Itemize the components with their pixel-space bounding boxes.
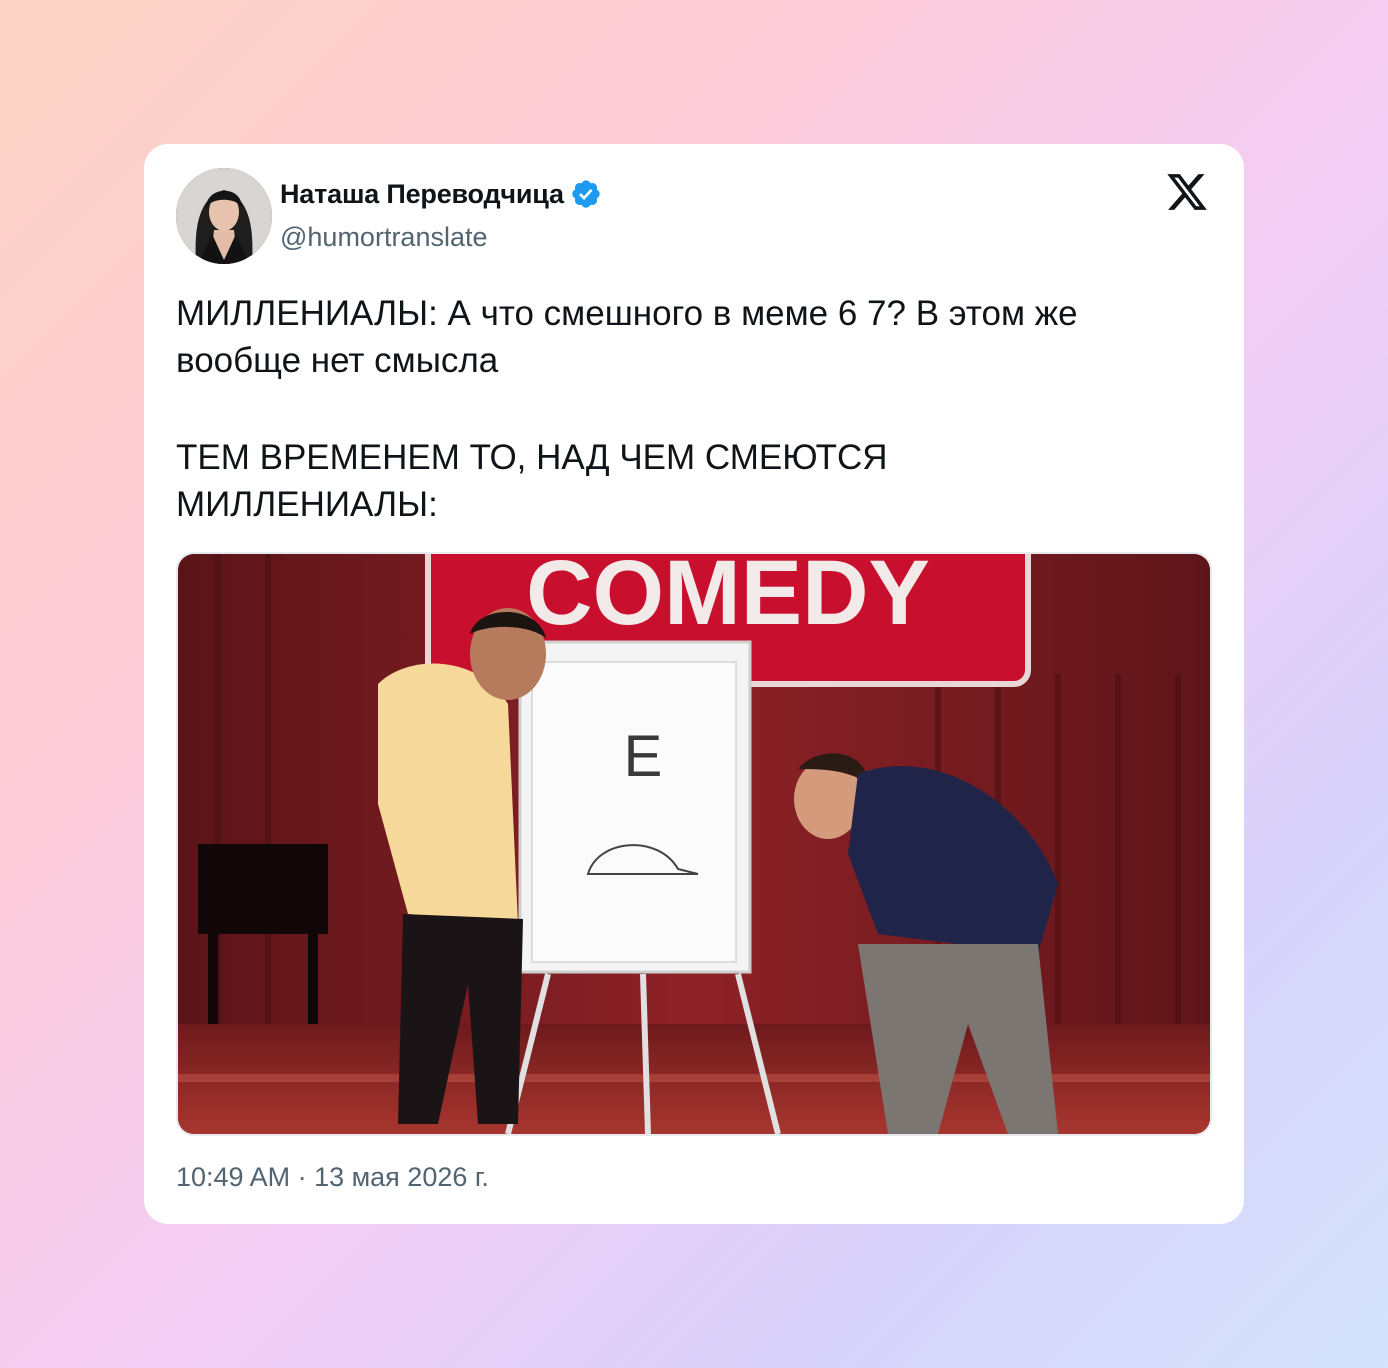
author-name[interactable]: Наташа Переводчица — [280, 179, 564, 210]
tweet-text-line: МИЛЛЕНИАЛЫ: — [176, 485, 438, 524]
tweet-text-paragraph-1: МИЛЛЕНИАЛЫ: А что смешного в меме 6 7? В… — [176, 290, 1078, 384]
author-handle[interactable]: @humortranslate — [280, 222, 488, 253]
verified-badge-icon — [572, 180, 600, 208]
tweet-media-image[interactable]: COMEDY Е — [176, 552, 1212, 1136]
tweet-card: Наташа Переводчица @humortranslate МИЛЛЕ… — [144, 144, 1244, 1224]
tweet-text-line: МИЛЛЕНИАЛЫ: А что смешного в меме 6 7? В… — [176, 294, 1078, 333]
tweet-text-line: вообще нет смысла — [176, 341, 499, 380]
tweet-text-paragraph-2: ТЕМ ВРЕМЕНЕМ ТО, НАД ЧЕМ СМЕЮТСЯ МИЛЛЕНИ… — [176, 434, 888, 528]
comedy-sign-text: COMEDY — [526, 554, 930, 644]
tweet-timestamp[interactable]: 10:49 AM · 13 мая 2026 г. — [176, 1162, 489, 1193]
avatar-portrait-image — [176, 168, 272, 264]
x-logo-icon[interactable] — [1164, 170, 1210, 214]
tweet-text-line: ТЕМ ВРЕМЕНЕМ ТО, НАД ЧЕМ СМЕЮТСЯ — [176, 438, 888, 477]
author-row: Наташа Переводчица — [280, 178, 602, 210]
board-letter: Е — [624, 724, 663, 789]
avatar[interactable] — [176, 168, 272, 264]
comedy-stage-photo: COMEDY Е — [178, 554, 1210, 1134]
